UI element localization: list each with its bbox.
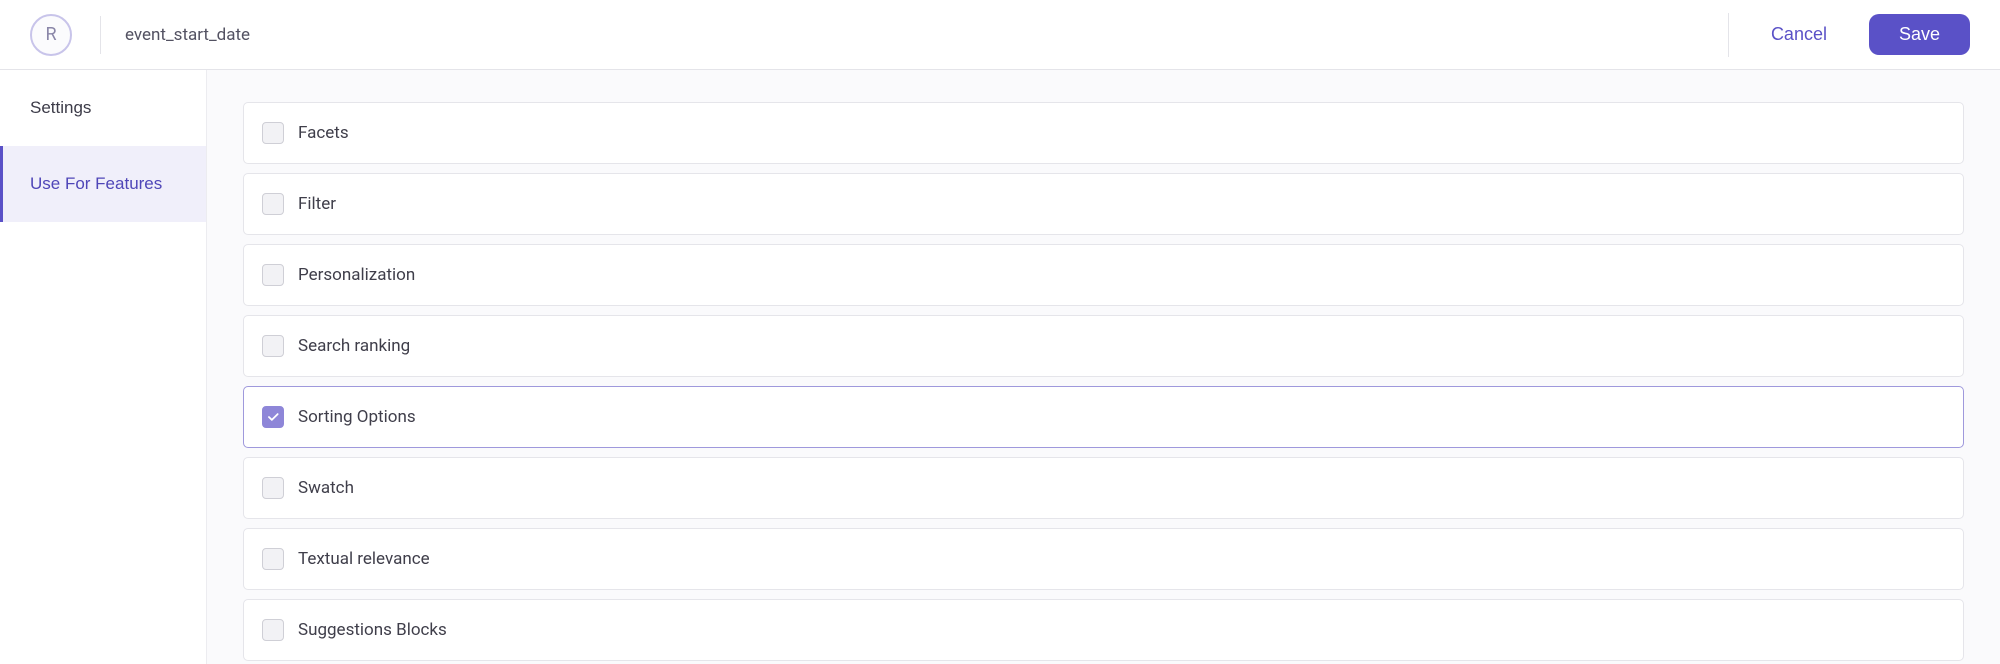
cancel-button[interactable]: Cancel — [1753, 14, 1845, 55]
checkbox[interactable] — [262, 619, 284, 641]
body-layout: Settings Use For Features Facets Filter — [0, 70, 2000, 664]
save-button[interactable]: Save — [1869, 14, 1970, 55]
feature-list: Facets Filter Personalization Search ran… — [243, 102, 1964, 661]
avatar[interactable]: R — [30, 14, 72, 56]
check-icon — [266, 410, 280, 424]
header-actions: Cancel Save — [1729, 14, 1970, 55]
feature-row-filter[interactable]: Filter — [243, 173, 1964, 235]
sidebar-item-settings[interactable]: Settings — [0, 70, 206, 146]
checkbox[interactable] — [262, 548, 284, 570]
header-bar: R event_start_date Cancel Save — [0, 0, 2000, 70]
feature-label: Filter — [298, 194, 336, 214]
checkbox[interactable] — [262, 335, 284, 357]
checkbox[interactable] — [262, 122, 284, 144]
main-panel: Facets Filter Personalization Search ran… — [207, 70, 2000, 664]
feature-label: Textual relevance — [298, 549, 430, 569]
sidebar-item-label: Use For Features — [30, 174, 162, 193]
feature-row-swatch[interactable]: Swatch — [243, 457, 1964, 519]
feature-label: Facets — [298, 123, 349, 143]
feature-label: Sorting Options — [298, 407, 416, 427]
feature-label: Swatch — [298, 478, 354, 498]
checkbox[interactable] — [262, 406, 284, 428]
feature-row-facets[interactable]: Facets — [243, 102, 1964, 164]
feature-label: Suggestions Blocks — [298, 620, 447, 640]
feature-label: Search ranking — [298, 336, 410, 356]
avatar-initial: R — [45, 24, 56, 45]
feature-label: Personalization — [298, 265, 415, 285]
feature-row-personalization[interactable]: Personalization — [243, 244, 1964, 306]
divider — [100, 16, 101, 54]
sidebar-item-use-for-features[interactable]: Use For Features — [0, 146, 206, 222]
feature-row-suggestions-blocks[interactable]: Suggestions Blocks — [243, 599, 1964, 661]
sidebar: Settings Use For Features — [0, 70, 207, 664]
checkbox[interactable] — [262, 477, 284, 499]
checkbox[interactable] — [262, 193, 284, 215]
feature-row-textual-relevance[interactable]: Textual relevance — [243, 528, 1964, 590]
sidebar-item-label: Settings — [30, 98, 91, 117]
feature-row-sorting-options[interactable]: Sorting Options — [243, 386, 1964, 448]
checkbox[interactable] — [262, 264, 284, 286]
feature-row-search-ranking[interactable]: Search ranking — [243, 315, 1964, 377]
page-title: event_start_date — [125, 25, 1728, 45]
